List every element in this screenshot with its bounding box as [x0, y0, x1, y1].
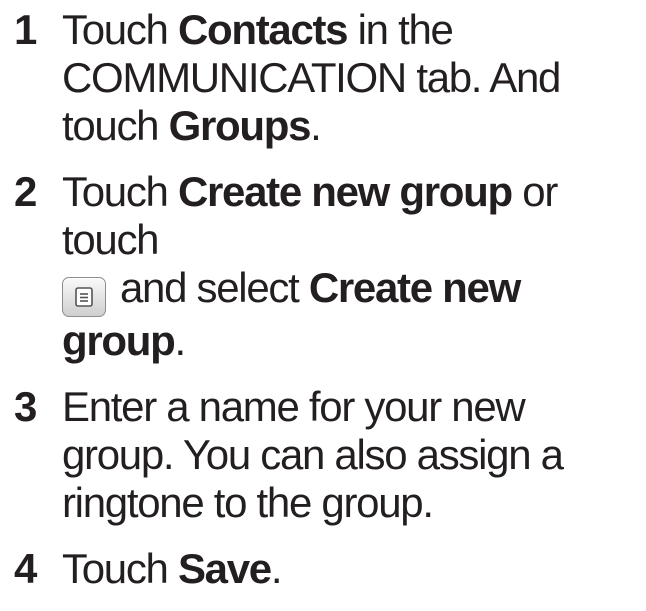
- step-3: 3 Enter a name for your new group. You c…: [14, 383, 644, 527]
- instruction-steps: 1 Touch Contacts in the COMMUNICATION ta…: [14, 6, 644, 611]
- step-text-run: .: [174, 317, 186, 364]
- step-number: 3: [14, 383, 37, 430]
- step-text-run: Touch: [62, 6, 178, 53]
- ui-term-groups: Groups: [168, 102, 312, 149]
- ui-term-create-new-group: Create new group: [177, 168, 513, 215]
- step-number: 1: [14, 6, 37, 53]
- step-number: 2: [14, 168, 37, 215]
- step-text: Touch Save.: [62, 545, 644, 593]
- step-4: 4 Touch Save.: [14, 545, 644, 593]
- step-text: Touch Contacts in the COMMUNICATION tab.…: [62, 6, 644, 150]
- step-text-run: .: [270, 545, 283, 592]
- step-text: Touch Create new group or touch and selec…: [62, 168, 644, 365]
- step-text-run: .: [310, 102, 322, 149]
- menu-key-icon: [62, 277, 106, 317]
- step-2: 2 Touch Create new group or touch and sel…: [14, 168, 644, 365]
- ui-term-save: Save: [177, 545, 272, 592]
- step-text-run: Touch: [62, 168, 178, 215]
- step-text: Enter a name for your new group. You can…: [62, 383, 564, 526]
- step-text-run: and select: [120, 264, 309, 311]
- step-text-run: Touch: [62, 545, 178, 592]
- step-1: 1 Touch Contacts in the COMMUNICATION ta…: [14, 6, 644, 150]
- ui-term-contacts: Contacts: [177, 6, 349, 53]
- step-number: 4: [14, 545, 37, 592]
